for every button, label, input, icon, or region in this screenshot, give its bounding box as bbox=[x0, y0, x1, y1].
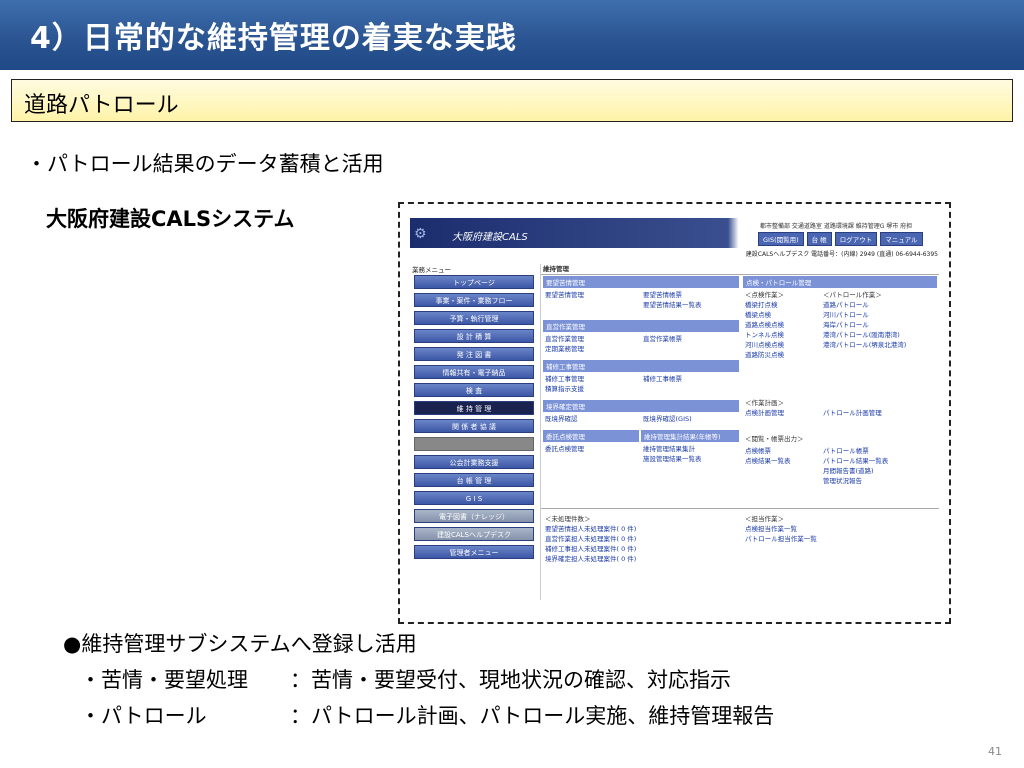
menu-budget[interactable]: 予算・執行管理 bbox=[414, 311, 534, 325]
divider-lower bbox=[541, 508, 939, 509]
links-assigned[interactable]: 点検担当作業一覧 パトロール担当作業一覧 bbox=[745, 524, 817, 544]
link-complaint-mgmt[interactable]: 要望苦情管理 bbox=[545, 290, 584, 300]
sec-complaint: 要望苦情管理 bbox=[543, 276, 739, 288]
divider bbox=[541, 274, 939, 275]
manual-button[interactable]: マニュアル bbox=[880, 232, 923, 246]
logout-button[interactable]: ログアウト bbox=[834, 232, 878, 246]
links-inspection-output[interactable]: 点検帳票 点検結果一覧表 bbox=[745, 446, 791, 466]
cals-app-name: 大阪府建設CALS bbox=[452, 232, 528, 243]
cals-header-buttons: GIS(閲覧用) 台 帳 ログアウト マニュアル bbox=[758, 232, 923, 246]
menu-project-flow[interactable]: 事業・案件・業務フロー bbox=[414, 293, 534, 307]
label-patrol-work: ＜パトロール作業＞ bbox=[823, 291, 882, 299]
menu-gis[interactable]: G I S bbox=[414, 491, 534, 505]
label-inspection-work: ＜点検作業＞ bbox=[745, 291, 784, 299]
gis-view-button[interactable]: GIS(閲覧用) bbox=[758, 232, 804, 246]
cals-side-menu: トップページ 事業・案件・業務フロー 予算・執行管理 設 計 積 算 発 注 図… bbox=[414, 275, 534, 563]
menu-spacer bbox=[414, 437, 534, 451]
links-patrol-work[interactable]: 道路パトロール 河川パトロール 海岸パトロール 港湾パトロール(阪南港湾) 港湾… bbox=[823, 300, 906, 350]
menu-public-accounting[interactable]: 公会計業務支援 bbox=[414, 455, 534, 469]
menu-inspection[interactable]: 検 査 bbox=[414, 383, 534, 397]
link-repair-forms[interactable]: 補修工事帳票 bbox=[643, 374, 682, 384]
cals-help-line: 建設CALSヘルプデスク 電話番号：(内線) 2949 (直通) 06-6944… bbox=[745, 251, 938, 258]
link-repair[interactable]: 補修工事管理 積算指示支援 bbox=[545, 374, 584, 394]
link-boundary-gis[interactable]: 既境界確認(GIS) bbox=[643, 414, 692, 424]
link-contract-inspection[interactable]: 委託点検管理 bbox=[545, 444, 584, 454]
menu-order-docs[interactable]: 発 注 図 書 bbox=[414, 347, 534, 361]
section-header: 道路パトロール bbox=[11, 79, 1013, 122]
cals-org-line: 都市整備部 交通道路室 道路環境課 維持管理G 堺市 府担 bbox=[760, 223, 913, 230]
menu-e-library[interactable]: 電子図書（ナレッジ） bbox=[414, 509, 534, 523]
cals-screenshot: ⚙ 大阪府建設CALS 都市整備部 交通道路室 道路環境課 維持管理G 堺市 府… bbox=[410, 218, 940, 603]
slide-title: 4）日常的な維持管理の着実な実践 bbox=[30, 21, 517, 56]
label-work-plan: ＜作業計画＞ bbox=[745, 399, 784, 407]
link-maint-summary[interactable]: 維持管理結果集計 施設管理結果一覧表 bbox=[643, 444, 702, 464]
sec-maint-summary: 維持管理集計結果(年帳等) bbox=[641, 430, 739, 442]
line-patrol-label: ・パトロール bbox=[80, 704, 207, 728]
sec-repair: 補修工事管理 bbox=[543, 360, 739, 372]
menu-ledger[interactable]: 台 帳 管 理 bbox=[414, 473, 534, 487]
menu-label: 業務メニュー bbox=[412, 266, 451, 274]
section-title: 道路パトロール bbox=[24, 93, 179, 118]
ledger-button[interactable]: 台 帳 bbox=[806, 232, 832, 246]
line-complaint: ・苦情・要望処理 ：苦情・要望受付、現地状況の確認、対応指示 bbox=[80, 664, 731, 694]
page-number: 41 bbox=[988, 745, 1002, 758]
line-complaint-value: ：苦情・要望受付、現地状況の確認、対応指示 bbox=[290, 668, 731, 692]
cals-header: ⚙ 大阪府建設CALS 都市整備部 交通道路室 道路環境課 維持管理G 堺市 府… bbox=[410, 218, 940, 248]
menu-admin[interactable]: 管理者メニュー bbox=[414, 545, 534, 559]
main-title: 維持管理 bbox=[543, 265, 569, 273]
menu-maintenance[interactable]: 維 持 管 理 bbox=[414, 401, 534, 415]
link-direct-work[interactable]: 直営作業管理 定期業務管理 bbox=[545, 334, 584, 354]
link-patrol-plan[interactable]: パトロール計画管理 bbox=[823, 408, 882, 418]
bullet-data-accumulation: ・パトロール結果のデータ蓄積と活用 bbox=[26, 152, 384, 176]
menu-design[interactable]: 設 計 積 算 bbox=[414, 329, 534, 343]
line-patrol-value: ：パトロール計画、パトロール実施、維持管理報告 bbox=[290, 704, 775, 728]
menu-info-share[interactable]: 情報共有・電子納品 bbox=[414, 365, 534, 379]
line-complaint-label: ・苦情・要望処理 bbox=[80, 668, 248, 692]
sec-contract-inspection: 委託点検管理 bbox=[543, 430, 639, 442]
line-patrol: ・パトロール ：パトロール計画、パトロール実施、維持管理報告 bbox=[80, 700, 774, 730]
menu-stakeholder[interactable]: 関 係 者 協 議 bbox=[414, 419, 534, 433]
link-boundary[interactable]: 既境界確認 bbox=[545, 414, 578, 424]
slide-title-bar: 4）日常的な維持管理の着実な実践 bbox=[0, 0, 1024, 70]
menu-top-page[interactable]: トップページ bbox=[414, 275, 534, 289]
links-inspection-work[interactable]: 橋梁打点検 橋梁点検 道路点検点検 トンネル点検 河川点検点検 道路防災点検 bbox=[745, 300, 784, 360]
link-complaint-forms[interactable]: 要望苦情帳票 要望苦情結果一覧表 bbox=[643, 290, 702, 310]
bullet-subsystem: ●維持管理サブシステムへ登録し活用 bbox=[63, 632, 417, 656]
link-inspection-plan[interactable]: 点検計画管理 bbox=[745, 408, 784, 418]
sec-direct-work: 直営作業管理 bbox=[543, 320, 739, 332]
link-direct-work-forms[interactable]: 直営作業帳票 bbox=[643, 334, 682, 344]
osaka-logo-icon: ⚙ bbox=[414, 226, 427, 242]
menu-helpdesk[interactable]: 建設CALSヘルプデスク bbox=[414, 527, 534, 541]
system-title: 大阪府建設CALSシステム bbox=[46, 207, 295, 231]
links-unprocessed[interactable]: 要望苦情担人未処理案件( 0 件) 直営作業担人未処理案件( 0 件) 補修工事… bbox=[545, 524, 636, 564]
label-assigned: ＜担当作業＞ bbox=[745, 515, 784, 523]
label-view-output: ＜閲覧・帳票出力＞ bbox=[745, 435, 804, 443]
cals-main-panel: 維持管理 要望苦情管理 要望苦情管理 要望苦情帳票 要望苦情結果一覧表 直営作業… bbox=[540, 264, 939, 600]
sec-patrol: 点検・パトロール管理 bbox=[743, 276, 937, 288]
sec-boundary: 境界確定管理 bbox=[543, 400, 739, 412]
label-unprocessed: ＜未処理件数＞ bbox=[545, 515, 591, 523]
links-patrol-output[interactable]: パトロール帳票 パトロール結果一覧表 月間報告書(道路) 管理状況報告 bbox=[823, 446, 888, 486]
